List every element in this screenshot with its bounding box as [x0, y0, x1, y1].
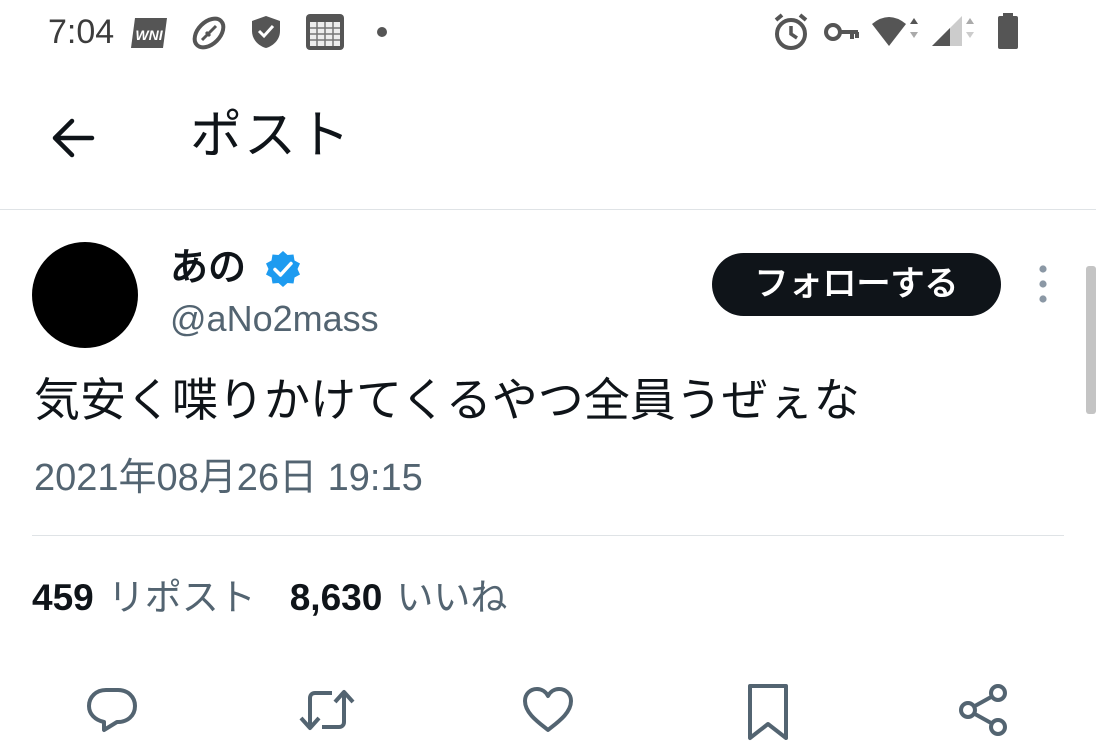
bookmark-icon	[740, 682, 804, 742]
share-icon	[956, 682, 1020, 738]
signal-icon	[930, 14, 978, 48]
scrollbar[interactable]	[1086, 266, 1096, 414]
status-bar: 7:04 WNI	[0, 0, 1096, 64]
wifi-icon	[870, 14, 924, 48]
repost-count-link[interactable]: 459 リポスト	[32, 572, 256, 624]
shield-check-icon	[250, 14, 282, 50]
user-handle[interactable]: @aNo2mass	[170, 296, 379, 342]
follow-button[interactable]: フォローする	[712, 253, 1001, 316]
status-time: 7:04	[48, 13, 115, 51]
more-options-button[interactable]	[1024, 262, 1062, 308]
wni-icon: WNI	[131, 16, 169, 50]
like-count: 8,630	[289, 577, 383, 618]
repost-count: 459	[32, 577, 94, 618]
share-button[interactable]	[956, 682, 1020, 746]
like-count-link[interactable]: 8,630 いいね	[290, 572, 508, 624]
repost-button[interactable]	[298, 682, 362, 746]
top-header: ポスト	[0, 64, 1096, 210]
like-icon	[520, 682, 584, 738]
arrow-left-icon	[44, 118, 104, 172]
like-label: いいね	[396, 576, 508, 619]
reply-icon	[84, 682, 148, 738]
more-vertical-icon	[1024, 265, 1062, 312]
verified-badge-icon	[264, 250, 302, 288]
reply-button[interactable]	[84, 682, 148, 746]
dot-icon	[376, 26, 388, 38]
battery-icon	[996, 12, 1020, 50]
engagement-stats: 459 リポスト 8,630 いいね	[32, 572, 541, 624]
bookmark-button[interactable]	[740, 682, 804, 746]
like-button[interactable]	[520, 682, 584, 746]
alarm-icon	[772, 12, 810, 52]
calendar-grid-icon	[304, 12, 346, 52]
page-title: ポスト	[190, 106, 353, 166]
repost-icon	[298, 682, 362, 738]
divider	[32, 535, 1064, 536]
svg-text:WNI: WNI	[135, 27, 163, 43]
display-name[interactable]: あの	[170, 242, 246, 292]
repost-label: リポスト	[107, 576, 256, 619]
football-icon	[188, 12, 230, 54]
avatar[interactable]	[32, 242, 138, 348]
tweet-text: 気安く喋りかけてくるやつ全員うぜぇな	[34, 373, 860, 427]
tweet-timestamp[interactable]: 2021年08月26日 19:15	[34, 452, 423, 504]
back-button[interactable]	[44, 108, 104, 168]
key-icon	[824, 20, 860, 44]
